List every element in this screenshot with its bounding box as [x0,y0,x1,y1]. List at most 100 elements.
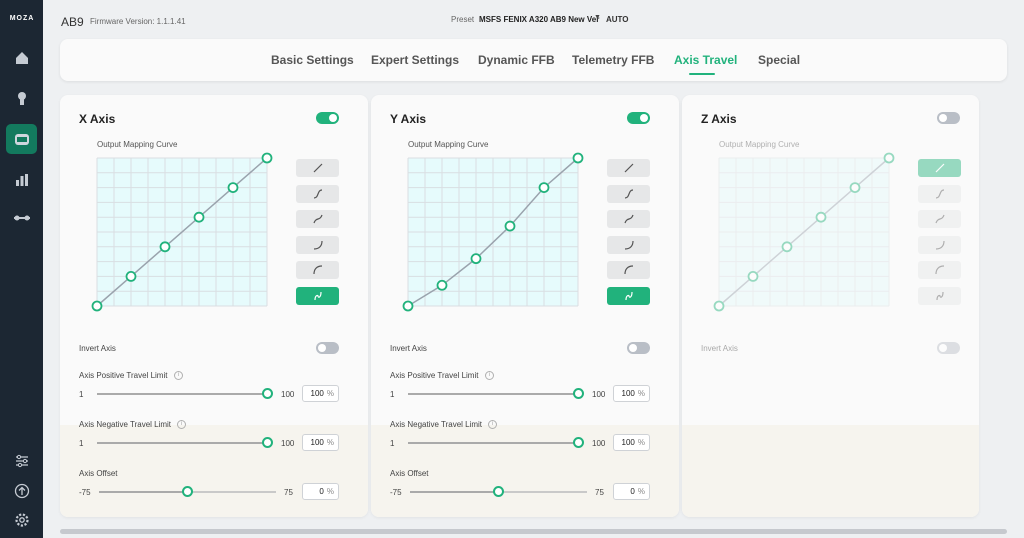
nav-base[interactable] [6,83,37,113]
positive-limit-slider-thumb[interactable] [573,388,584,399]
positive-limit-slider[interactable] [408,393,578,395]
y-axis-panel: Y Axis Output Mapping Curve Invert Axis … [371,95,679,517]
curve-point[interactable] [747,271,759,282]
tab-axis-travel[interactable]: Axis Travel [674,53,737,67]
curve-point[interactable] [849,182,861,193]
curve-preset-exponential-button[interactable] [296,235,339,254]
curve-point[interactable] [504,220,516,232]
curve-point[interactable] [538,182,550,193]
curve-preset-wave-button[interactable] [607,210,650,228]
curve-point[interactable] [781,241,793,253]
negative-limit-label: Axis Negative Travel Limit [79,420,172,429]
negative-limit-slider[interactable] [97,442,267,444]
curve-point[interactable] [159,241,171,253]
curve-preset-s-curve-button [918,184,961,203]
logarithmic-curve-icon [312,265,322,275]
offset-min: -75 [390,488,402,497]
curve-point[interactable] [436,279,448,291]
curve-point[interactable] [91,300,103,312]
nav-home[interactable] [6,43,37,73]
wave-curve-icon [623,214,634,224]
negative-limit-slider-thumb[interactable] [573,437,584,448]
curve-label: Output Mapping Curve [719,140,800,149]
curve-preset-logarithmic-button[interactable] [296,261,339,279]
invert-axis-toggle[interactable] [316,342,339,354]
negative-limit-input[interactable]: 100% [302,434,339,451]
curve-preset-linear-button[interactable] [607,159,650,177]
nav-pedals[interactable] [6,203,37,233]
curve-preset-exponential-button[interactable] [607,235,650,254]
info-icon[interactable]: i [177,420,186,429]
curve-point[interactable] [572,152,584,164]
axis-enable-toggle[interactable] [937,112,960,124]
curve-preset-s-curve-button[interactable] [296,184,339,203]
negative-limit-slider-thumb[interactable] [262,437,273,448]
negative-limit-min: 1 [390,439,395,448]
negative-limit-input[interactable]: 100% [613,434,650,451]
curve-point[interactable] [125,271,137,282]
curve-point[interactable] [227,182,239,193]
curve-point[interactable] [261,152,273,164]
positive-limit-input[interactable]: 100% [613,385,650,402]
tab-dynamic-ffb[interactable]: Dynamic FFB [478,53,555,67]
custom-curve-icon [313,291,322,300]
offset-max: 75 [595,488,604,497]
negative-limit-label: Axis Negative Travel Limit [390,420,483,429]
info-icon[interactable]: i [485,371,494,380]
axis-enable-toggle[interactable] [627,112,650,124]
curve-point[interactable] [402,300,414,312]
curve-point[interactable] [193,211,205,223]
output-mapping-curve[interactable] [401,150,586,313]
offset-min: -75 [79,488,91,497]
sidebar: MOZA [0,0,43,538]
horizontal-scrollbar[interactable] [60,529,1007,534]
tab-expert-settings[interactable]: Expert Settings [371,53,459,67]
curve-preset-custom-button[interactable] [607,286,650,305]
curve-point[interactable] [815,211,827,223]
info-icon[interactable]: i [488,420,497,429]
curve-point[interactable] [883,152,895,164]
nav-dashboard[interactable] [6,165,37,195]
positive-limit-slider[interactable] [97,393,267,395]
axis-title: Y Axis [390,112,427,126]
tab-basic-settings[interactable]: Basic Settings [271,53,354,67]
positive-limit-input[interactable]: 100% [302,385,339,402]
positive-limit-min: 1 [79,390,84,399]
preset-dropdown-icon[interactable]: ▼ [594,14,601,21]
curve-preset-linear-button[interactable] [296,159,339,177]
output-mapping-curve[interactable] [90,150,275,313]
offset-slider-thumb[interactable] [182,486,193,497]
nav-sliders[interactable] [6,446,37,476]
settings-tabs: Basic Settings Expert Settings Dynamic F… [60,39,1007,81]
base-icon [17,92,26,105]
curve-point[interactable] [713,300,725,312]
nav-upload[interactable] [6,476,37,506]
curve-preset-s-curve-button[interactable] [607,184,650,203]
offset-input[interactable]: 0% [302,483,339,500]
negative-limit-slider[interactable] [408,442,578,444]
active-tab-indicator [689,73,715,75]
tab-telemetry-ffb[interactable]: Telemetry FFB [572,53,654,67]
invert-axis-toggle [937,342,960,354]
nav-device[interactable] [6,124,37,154]
curve-preset-logarithmic-button[interactable] [607,261,650,279]
offset-input[interactable]: 0% [613,483,650,500]
preset-auto-toggle[interactable]: AUTO [606,15,629,24]
firmware-version: Firmware Version: 1.1.1.41 [90,17,186,26]
curve-point[interactable] [470,253,482,265]
curve-preset-wave-button[interactable] [296,210,339,228]
upload-icon [14,483,29,499]
nav-settings[interactable] [6,505,37,535]
invert-axis-label: Invert Axis [390,344,427,353]
axis-enable-toggle[interactable] [316,112,339,124]
curve-preset-custom-button[interactable] [296,286,339,305]
positive-limit-slider-thumb[interactable] [262,388,273,399]
preset-select[interactable]: MSFS FENIX A320 AB9 New Ver [479,15,599,24]
invert-axis-toggle[interactable] [627,342,650,354]
logarithmic-curve-icon [623,265,633,275]
curve-preset-exponential-button [918,235,961,254]
offset-slider-thumb[interactable] [493,486,504,497]
tab-special[interactable]: Special [758,53,800,67]
device-icon [14,134,29,145]
info-icon[interactable]: i [174,371,183,380]
